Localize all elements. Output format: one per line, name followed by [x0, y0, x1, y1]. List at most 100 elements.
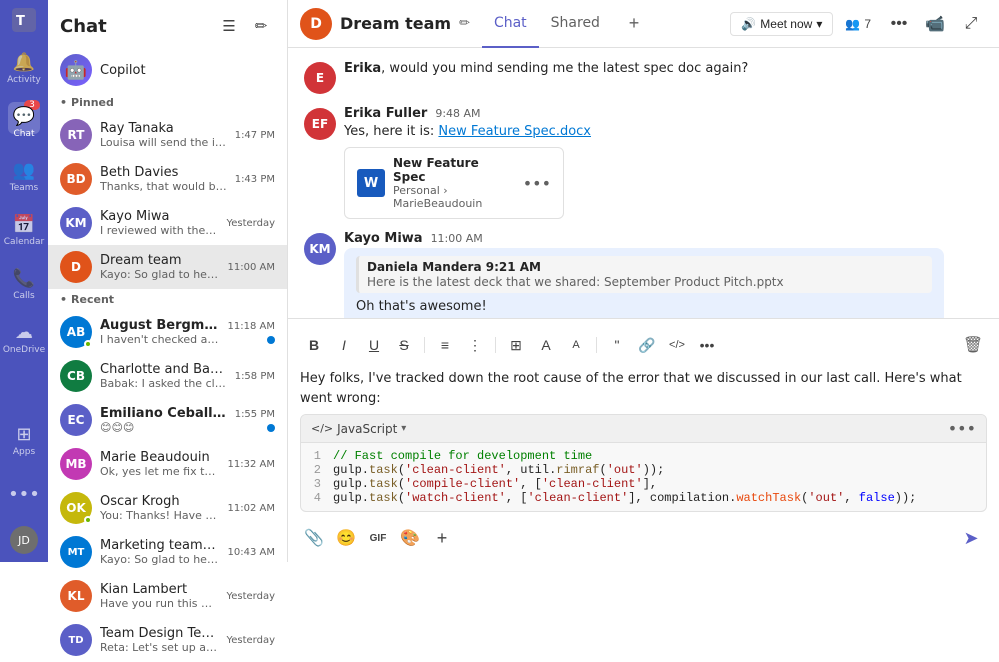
marketing-name: Marketing team sync: [100, 538, 220, 553]
tab-shared[interactable]: Shared: [539, 0, 612, 48]
spec-doc-link[interactable]: New Feature Spec.docx: [438, 124, 591, 139]
italic-button[interactable]: I: [330, 331, 358, 359]
dream-info: Dream team Kayo: So glad to hear that th…: [100, 253, 220, 281]
compose-text-content: Hey folks, I've tracked down the root ca…: [300, 369, 987, 408]
nav-item-chat[interactable]: 💬 Chat 3: [4, 96, 44, 148]
strikethrough-button[interactable]: S: [390, 331, 418, 359]
chat-item-ray[interactable]: RT Ray Tanaka Louisa will send the initi…: [48, 113, 287, 157]
chat-item-kian[interactable]: KL Kian Lambert Have you run this by Bet…: [48, 574, 287, 618]
code-tag-icon: </>: [311, 422, 333, 435]
nav-item-calls[interactable]: 📞 Calls: [4, 258, 44, 310]
link-button[interactable]: 🔗: [633, 331, 661, 359]
font-size-button[interactable]: A: [562, 331, 590, 359]
video-icon: 📹: [925, 14, 945, 34]
people-button[interactable]: 👥 7: [837, 13, 879, 35]
bold-button[interactable]: B: [300, 331, 328, 359]
calendar-icon: 📅: [13, 214, 35, 235]
quote-button[interactable]: ": [603, 331, 631, 359]
emiliano-name: Emiliano Ceballos: [100, 406, 227, 421]
charlotte-preview: Babak: I asked the client to send...: [100, 377, 227, 390]
edit-name-icon[interactable]: ✏: [459, 16, 470, 31]
nav-item-calendar[interactable]: 📅 Calendar: [4, 204, 44, 256]
chat-item-august[interactable]: AB August Bergman I haven't checked avai…: [48, 310, 287, 354]
underline-button[interactable]: U: [360, 331, 388, 359]
chat-item-dream[interactable]: D Dream team Kayo: So glad to hear that …: [48, 245, 287, 289]
filter-icon: ☰: [222, 17, 235, 35]
file-name: New Feature Spec: [393, 156, 515, 184]
more-actions-button[interactable]: +: [428, 524, 456, 552]
kayo-header: Kayo Miwa 11:00 AM: [344, 231, 983, 246]
dream-name: Dream team: [100, 253, 220, 268]
header-more-button[interactable]: •••: [883, 8, 915, 40]
recent-dot: •: [60, 293, 67, 306]
ray-preview: Louisa will send the initial list of...: [100, 136, 227, 149]
design-preview: Reta: Let's set up a brainstormi...: [100, 641, 218, 654]
new-chat-button[interactable]: ✏: [247, 12, 275, 40]
emiliano-time: 1:55 PM: [235, 409, 275, 420]
nav-item-onedrive[interactable]: ☁ OneDrive: [4, 312, 44, 364]
meet-chevron-icon: ▾: [816, 17, 822, 31]
code-more-icon[interactable]: •••: [948, 419, 976, 438]
toolbar-more-button[interactable]: •••: [693, 331, 721, 359]
gif-button[interactable]: GIF: [364, 524, 392, 552]
expand-icon: ⤢: [965, 15, 978, 33]
file-more-icon[interactable]: •••: [523, 174, 551, 193]
charlotte-time: 1:58 PM: [235, 371, 275, 382]
sticker-button[interactable]: 🎨: [396, 524, 424, 552]
chat-item-oscar[interactable]: OK Oscar Krogh You: Thanks! Have a nice …: [48, 486, 287, 530]
file-path: Personal › MarieBeaudouin: [393, 184, 515, 210]
chat-icon: 💬: [13, 106, 35, 127]
marie-info: Marie Beaudouin Ok, yes let me fix that!: [100, 450, 220, 478]
chat-item-kayo[interactable]: KM Kayo Miwa I reviewed with the client …: [48, 201, 287, 245]
expand-button[interactable]: ⤢: [955, 8, 987, 40]
chat-item-emiliano[interactable]: EC Emiliano Ceballos 😊😊😊 1:55 PM: [48, 398, 287, 442]
activity-icon: 🔔: [13, 52, 35, 73]
copilot-item[interactable]: 🤖 Copilot: [48, 48, 287, 92]
erika-time: 9:48 AM: [435, 107, 480, 120]
code-button[interactable]: </>: [663, 331, 691, 359]
nav-item-teams[interactable]: 👥 Teams: [4, 150, 44, 202]
chat-item-marketing[interactable]: MT Marketing team sync Kayo: So glad to …: [48, 530, 287, 574]
delete-button[interactable]: 🗑: [959, 331, 987, 359]
video-call-button[interactable]: 📹: [919, 8, 951, 40]
compose-icon: ✏: [255, 17, 268, 35]
ray-time: 1:47 PM: [235, 130, 275, 141]
kayo-info: Kayo Miwa I reviewed with the client on …: [100, 209, 218, 237]
kian-preview: Have you run this by Beth? Mak...: [100, 597, 218, 610]
chat-item-marie[interactable]: MB Marie Beaudouin Ok, yes let me fix th…: [48, 442, 287, 486]
filter-button[interactable]: ☰: [215, 12, 243, 40]
chat-item-beth[interactable]: BD Beth Davies Thanks, that would be nic…: [48, 157, 287, 201]
nav-item-apps[interactable]: ⊞ Apps: [4, 414, 44, 466]
compose-box[interactable]: Hey folks, I've tracked down the root ca…: [300, 363, 987, 518]
august-unread: [267, 336, 275, 344]
recent-section-header: • Recent: [48, 289, 287, 310]
more-format-button[interactable]: ⊞: [502, 331, 530, 359]
august-preview: I haven't checked available tim...: [100, 333, 220, 346]
chat-item-charlotte[interactable]: CB Charlotte and Babak Babak: I asked th…: [48, 354, 287, 398]
onedrive-icon: ☁: [15, 322, 33, 343]
bullet-list-button[interactable]: ≡: [431, 331, 459, 359]
attachment-button[interactable]: 📎: [300, 524, 328, 552]
user-avatar[interactable]: JD: [10, 526, 38, 554]
number-list-button[interactable]: ⋮: [461, 331, 489, 359]
beth-time: 1:43 PM: [235, 174, 275, 185]
marketing-avatar: MT: [60, 536, 92, 568]
kayo-msg-avatar: KM: [304, 233, 336, 265]
send-button[interactable]: ➤: [955, 522, 987, 554]
toolbar-separator-2: [495, 337, 496, 353]
chat-item-design[interactable]: TD Team Design Template Reta: Let's set …: [48, 618, 287, 662]
emoji-button[interactable]: 😊: [332, 524, 360, 552]
nav-more-button[interactable]: •••: [4, 468, 44, 520]
highlight-button[interactable]: A: [532, 331, 560, 359]
design-avatar: TD: [60, 624, 92, 656]
pinned-dot: •: [60, 96, 67, 109]
ray-name: Ray Tanaka: [100, 121, 227, 136]
tab-chat[interactable]: Chat: [482, 0, 539, 48]
chat-header-name: Dream team: [340, 14, 451, 33]
file-card[interactable]: W New Feature Spec Personal › MarieBeaud…: [344, 147, 564, 219]
erika-message-1: Erika, would you mind sending me the lat…: [344, 60, 983, 94]
copilot-name: Copilot: [100, 63, 146, 78]
meet-now-button[interactable]: 🔊 Meet now ▾: [730, 12, 833, 36]
nav-item-activity[interactable]: 🔔 Activity: [4, 42, 44, 94]
add-tab-button[interactable]: +: [620, 10, 648, 38]
